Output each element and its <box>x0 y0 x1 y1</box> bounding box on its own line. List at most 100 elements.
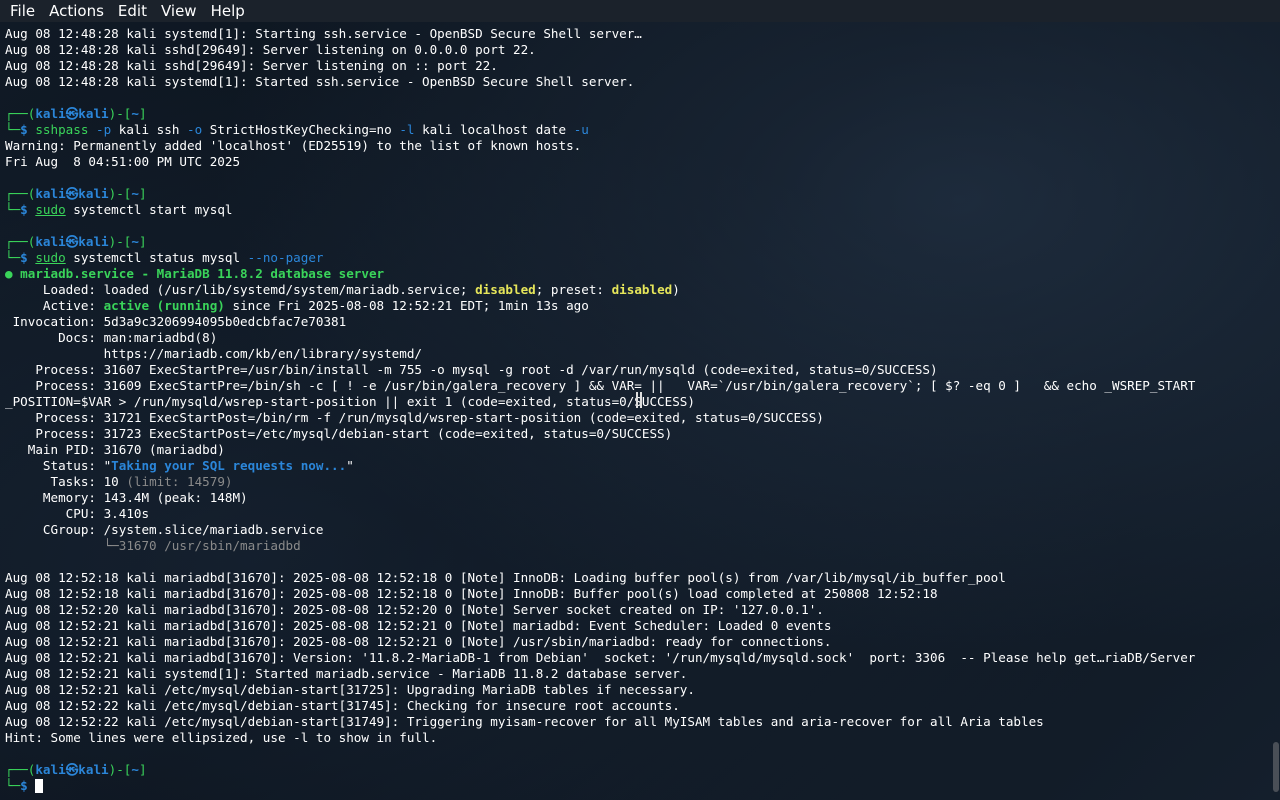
journal-line: Aug 08 12:52:20 kali mariadbd[31670]: 20… <box>5 602 824 617</box>
cmd-opt: -l <box>391 122 415 137</box>
journal-line: Aug 08 12:52:18 kali mariadbd[31670]: 20… <box>5 570 1006 585</box>
ibeam-cursor-icon <box>636 392 642 408</box>
status-text: since Fri 2025-08-08 12:52:21 EDT; 1min … <box>224 298 589 313</box>
status-line: Process: 31723 ExecStartPost=/etc/mysql/… <box>5 426 673 441</box>
status-line: Process: 31721 ExecStartPost=/bin/rm -f … <box>5 410 824 425</box>
status-active: Active: active (running) since Fri 2025-… <box>5 298 1265 314</box>
menu-edit[interactable]: Edit <box>111 0 154 22</box>
log-line: Aug 08 12:48:28 kali sshd[29649]: Server… <box>5 42 536 57</box>
prompt-host: kali <box>78 762 109 777</box>
status-text: Active: <box>5 298 104 313</box>
prompt-line: ┌──(kali㉿kali)-[~] <box>5 762 147 777</box>
status-line: └─31670 /usr/sbin/mariadbd <box>5 538 301 553</box>
prompt-user: kali <box>35 106 66 121</box>
text-cursor <box>35 779 44 793</box>
cmd-arg: systemctl status mysql <box>65 250 241 265</box>
log-line: Aug 08 12:48:28 kali sshd[29649]: Server… <box>5 58 498 73</box>
status-line: Memory: 143.4M (peak: 148M) <box>5 490 248 505</box>
service-title: ● mariadb.service - MariaDB 11.8.2 datab… <box>5 266 385 281</box>
prompt-line: ┌──(kali㉿kali)-[~] <box>5 106 147 121</box>
status-disabled: disabled <box>475 282 536 297</box>
status-message: Taking your SQL requests now... <box>111 458 347 473</box>
status-disabled: disabled <box>611 282 673 297</box>
prompt-user: kali <box>35 234 66 249</box>
cmd-arg: kali localhost date <box>414 122 567 137</box>
status-line: Main PID: 31670 (mariadbd) <box>5 442 225 457</box>
prompt-at: ㉿ <box>65 234 79 249</box>
menu-view[interactable]: View <box>154 0 204 22</box>
log-line: Aug 08 12:48:28 kali systemd[1]: Started… <box>5 74 635 89</box>
status-line: Process: 31607 ExecStartPre=/usr/bin/ins… <box>5 362 938 377</box>
menu-actions[interactable]: Actions <box>42 0 111 22</box>
journal-line: Aug 08 12:52:22 kali /etc/mysql/debian-s… <box>5 698 680 713</box>
cmd-opt: -p <box>88 122 112 137</box>
command-line: └─$ sudo systemctl start mysql <box>5 202 233 217</box>
cmd-arg: StrictHostKeyChecking=no <box>202 122 392 137</box>
prompt-at: ㉿ <box>65 106 79 121</box>
prompt-user: kali <box>35 186 66 201</box>
journal-line: Aug 08 12:52:21 kali mariadbd[31670]: 20… <box>5 618 832 633</box>
prompt-host: kali <box>78 106 109 121</box>
status-line: CGroup: /system.slice/mariadb.service <box>5 522 324 537</box>
menu-bar: File Actions Edit View Help <box>0 0 1280 22</box>
prompt-host: kali <box>78 186 109 201</box>
command-line: └─$ sudo systemctl status mysql --no-pag… <box>5 250 324 265</box>
cmd-arg: kali ssh <box>111 122 180 137</box>
prompt-line: ┌──(kali㉿kali)-[~] <box>5 186 147 201</box>
status-line: Process: 31609 ExecStartPre=/bin/sh -c [… <box>5 378 1196 393</box>
prompt-at: ㉿ <box>65 762 79 777</box>
status-status: Status: "Taking your SQL requests now...… <box>5 458 1265 474</box>
prompt-at: ㉿ <box>65 186 79 201</box>
scrollbar-thumb[interactable] <box>1273 742 1279 792</box>
status-limit: (limit: 14579) <box>126 474 233 489</box>
status-text: " <box>346 458 354 473</box>
command-line: └─$ sshpass -p kali ssh -o StrictHostKey… <box>5 122 589 137</box>
status-running: active (running) <box>103 298 225 313</box>
log-line: Aug 08 12:48:28 kali systemd[1]: Startin… <box>5 26 642 41</box>
log-line: Fri Aug 8 04:51:00 PM UTC 2025 <box>5 154 241 169</box>
menu-help[interactable]: Help <box>204 0 252 22</box>
status-line: CPU: 3.410s <box>5 506 150 521</box>
prompt-user: kali <box>35 762 66 777</box>
prompt-cwd: ~ <box>131 762 139 777</box>
command-line[interactable]: └─$ <box>5 778 1265 794</box>
status-line: https://mariadb.com/kb/en/library/system… <box>5 346 423 361</box>
journal-line: Aug 08 12:52:22 kali /etc/mysql/debian-s… <box>5 714 1044 729</box>
prompt-cwd: ~ <box>131 234 139 249</box>
journal-line: Aug 08 12:52:21 kali mariadbd[31670]: 20… <box>5 634 832 649</box>
status-line: Invocation: 5d3a9c3206994095b0edcbfac7e7… <box>5 314 347 329</box>
cmd-opt: --no-pager <box>240 250 324 265</box>
cmd-opt: -o <box>179 122 203 137</box>
prompt-line: ┌──(kali㉿kali)-[~] <box>5 234 147 249</box>
menu-file[interactable]: File <box>2 0 42 22</box>
status-text: Status: " <box>5 458 112 473</box>
status-text: Loaded: loaded (/usr/lib/systemd/system/… <box>5 282 476 297</box>
cmd-sshpass: sshpass <box>35 122 89 137</box>
cmd-arg: systemctl start mysql <box>65 202 233 217</box>
journal-line: Aug 08 12:52:21 kali systemd[1]: Started… <box>5 666 688 681</box>
status-tasks: Tasks: 10 (limit: 14579) <box>5 474 1265 490</box>
service-header: ● mariadb.service - MariaDB 11.8.2 datab… <box>5 266 1265 282</box>
prompt-cwd: ~ <box>131 106 139 121</box>
journal-line: Aug 08 12:52:21 kali mariadbd[31670]: Ve… <box>5 650 1196 665</box>
journal-line: Aug 08 12:52:21 kali /etc/mysql/debian-s… <box>5 682 695 697</box>
status-loaded: Loaded: loaded (/usr/lib/systemd/system/… <box>5 282 1265 298</box>
log-line: Warning: Permanently added 'localhost' (… <box>5 138 582 153</box>
cmd-sudo: sudo <box>35 202 66 217</box>
prompt-cwd: ~ <box>131 186 139 201</box>
scrollbar[interactable] <box>1272 22 1280 800</box>
status-text: ; preset: <box>535 282 612 297</box>
prompt-host: kali <box>78 234 109 249</box>
status-text: ) <box>672 282 680 297</box>
cmd-sudo: sudo <box>35 250 66 265</box>
cmd-opt: -u <box>566 122 589 137</box>
terminal-output[interactable]: Aug 08 12:48:28 kali systemd[1]: Startin… <box>5 26 1265 800</box>
hint-line: Hint: Some lines were ellipsized, use -l… <box>5 730 438 745</box>
journal-line: Aug 08 12:52:18 kali mariadbd[31670]: 20… <box>5 586 938 601</box>
status-line: _POSITION=$VAR > /run/mysqld/wsrep-start… <box>5 394 695 409</box>
status-text: Tasks: 10 <box>5 474 127 489</box>
